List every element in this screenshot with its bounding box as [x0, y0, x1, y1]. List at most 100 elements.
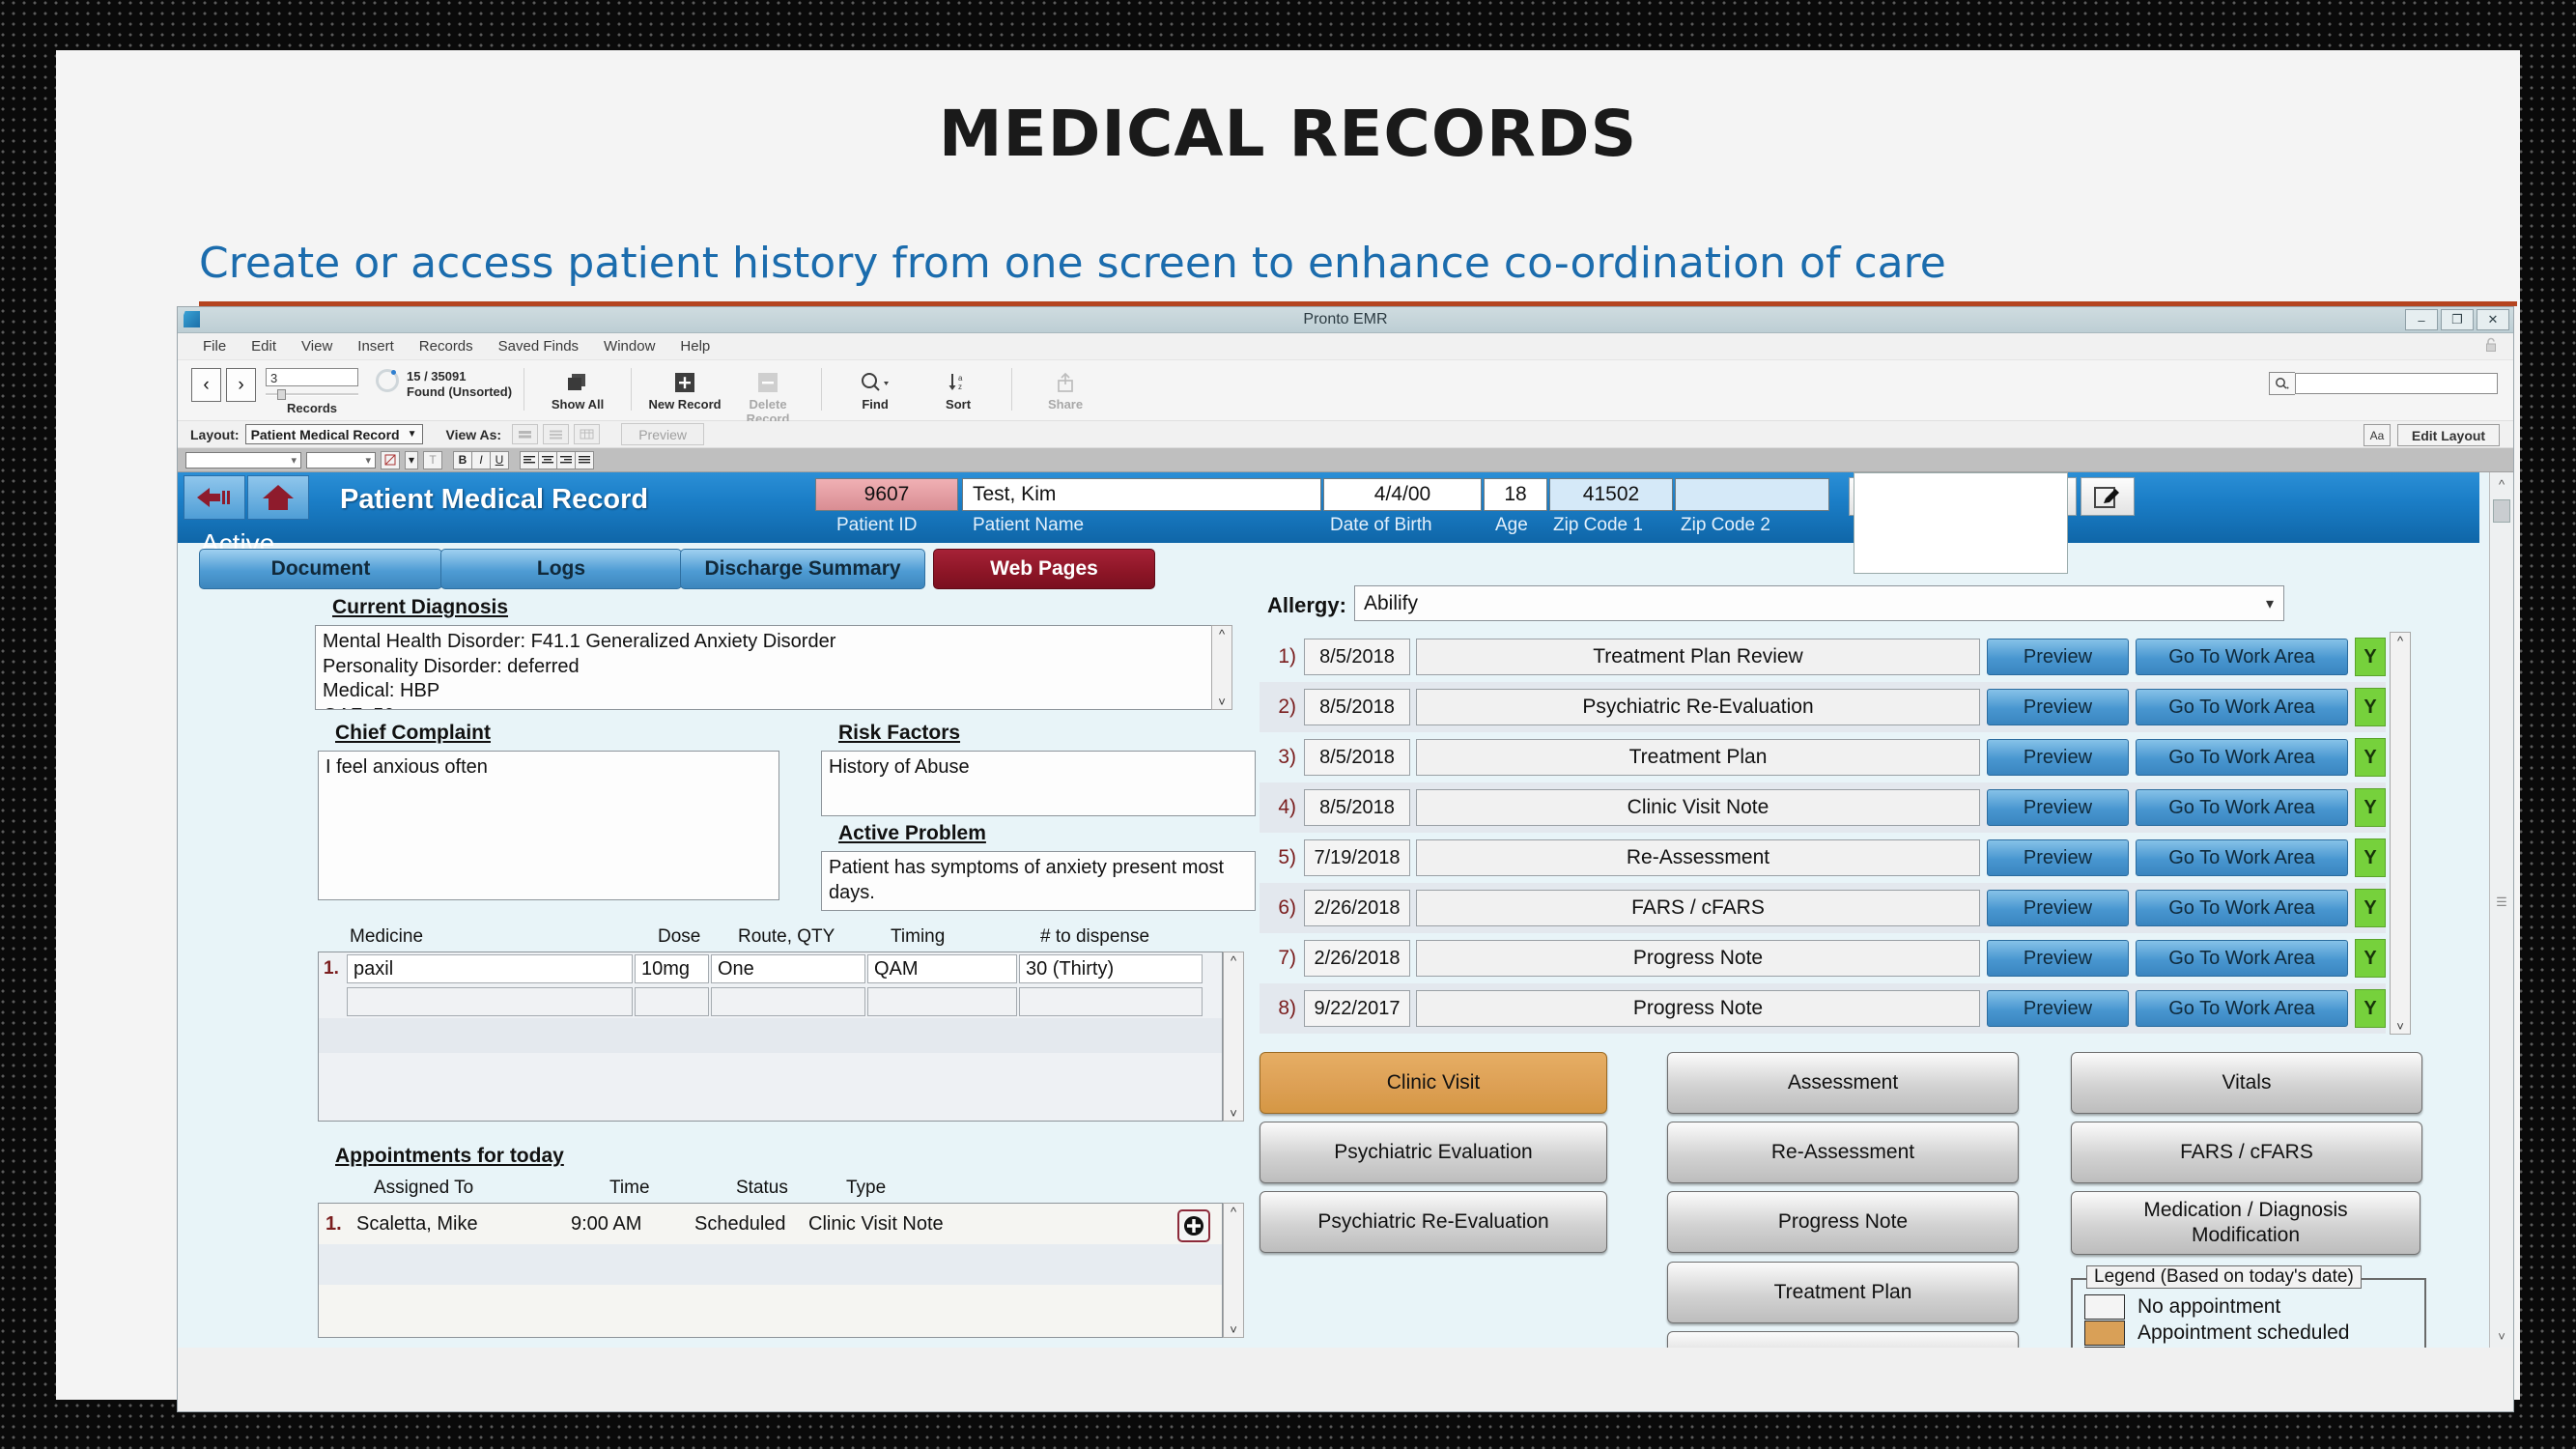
layout-select[interactable]: Patient Medical Record ▼ — [244, 424, 423, 444]
scroll-up-arrow[interactable]: ^ — [1231, 952, 1236, 968]
align-center-button[interactable] — [538, 450, 556, 469]
action-psychiatric-evaluation[interactable]: Psychiatric Evaluation — [1260, 1122, 1607, 1183]
go-to-work-area-button[interactable]: Go To Work Area — [2136, 990, 2348, 1027]
fill-color-dropdown[interactable]: ▾ — [405, 450, 418, 469]
dispense-cell[interactable] — [1019, 987, 1203, 1016]
table-row[interactable]: 6) 2/26/2018 FARS / cFARS Preview Go To … — [1260, 883, 2386, 933]
back-button[interactable] — [184, 475, 245, 520]
close-button[interactable]: ✕ — [2477, 309, 2509, 330]
route-cell[interactable]: One — [711, 954, 865, 983]
table-row[interactable]: 5) 7/19/2018 Re-Assessment Preview Go To… — [1260, 833, 2386, 883]
tab-web-pages[interactable]: Web Pages — [933, 549, 1155, 589]
sort-button[interactable]: a z Sort — [917, 368, 1000, 412]
home-button[interactable] — [247, 475, 309, 520]
preview-button[interactable]: Preview — [1987, 639, 2129, 675]
menu-item-file[interactable]: File — [190, 338, 239, 355]
minimize-button[interactable]: – — [2405, 309, 2438, 330]
route-cell[interactable] — [711, 987, 865, 1016]
go-to-work-area-button[interactable]: Go To Work Area — [2136, 689, 2348, 725]
go-to-work-area-button[interactable]: Go To Work Area — [2136, 839, 2348, 876]
menu-item-records[interactable]: Records — [407, 338, 486, 355]
preview-button[interactable]: Preview — [1987, 689, 2129, 725]
table-row[interactable]: 7) 2/26/2018 Progress Note Preview Go To… — [1260, 933, 2386, 983]
chief-complaint-box[interactable]: I feel anxious often — [318, 751, 779, 900]
search-input[interactable] — [2295, 373, 2498, 394]
bold-button[interactable]: B — [453, 450, 471, 469]
show-all-button[interactable]: Show All — [536, 368, 619, 412]
lock-icon[interactable] — [2484, 337, 2498, 353]
zip1-field[interactable]: 41502 — [1549, 478, 1673, 511]
tab-document[interactable]: Document — [199, 549, 442, 589]
italic-button[interactable]: I — [471, 450, 490, 469]
preview-button[interactable]: Preview — [1987, 839, 2129, 876]
font-family-select[interactable]: ▾ — [185, 451, 301, 469]
table-row[interactable]: 1. Scaletta, Mike 9:00 AM Scheduled Clin… — [319, 1204, 1222, 1244]
preview-button[interactable]: Preview — [1987, 789, 2129, 826]
scroll-down-arrow[interactable]: ˅ — [2490, 1326, 2513, 1346]
view-as-list-icon[interactable] — [543, 424, 570, 444]
preview-button[interactable]: Preview — [1987, 739, 2129, 776]
dob-field[interactable]: 4/4/00 — [1323, 478, 1482, 511]
age-field[interactable]: 18 — [1484, 478, 1547, 511]
scroll-up-arrow[interactable]: ^ — [1219, 626, 1225, 641]
preview-button[interactable]: Preview — [621, 423, 705, 445]
record-slider[interactable] — [266, 389, 358, 400]
find-button[interactable]: Find — [834, 368, 917, 412]
scroll-down-arrow[interactable]: ˅ — [2396, 1018, 2404, 1034]
timing-cell[interactable] — [867, 987, 1017, 1016]
share-button[interactable]: Share — [1024, 368, 1107, 412]
delete-record-button[interactable]: Delete Record — [726, 368, 809, 426]
action-assessment[interactable]: Assessment — [1667, 1052, 2019, 1114]
menu-item-window[interactable]: Window — [591, 338, 667, 355]
scroll-up-arrow[interactable]: ^ — [1231, 1204, 1236, 1219]
record-number-input[interactable]: 3 — [266, 368, 358, 386]
edit-note-icon[interactable] — [2081, 477, 2135, 516]
next-record-button[interactable]: › — [226, 368, 256, 402]
zip2-field[interactable] — [1675, 478, 1829, 511]
menu-item-insert[interactable]: Insert — [345, 338, 407, 355]
dispense-cell[interactable]: 30 (Thirty) — [1019, 954, 1203, 983]
go-to-work-area-button[interactable]: Go To Work Area — [2136, 789, 2348, 826]
view-as-table-icon[interactable] — [574, 424, 601, 444]
go-to-work-area-button[interactable]: Go To Work Area — [2136, 739, 2348, 776]
table-row[interactable]: 4) 8/5/2018 Clinic Visit Note Preview Go… — [1260, 782, 2386, 833]
patient-id-field[interactable]: 9607 — [815, 478, 958, 511]
go-to-work-area-button[interactable]: Go To Work Area — [2136, 890, 2348, 926]
table-row[interactable]: 1) 8/5/2018 Treatment Plan Review Previe… — [1260, 632, 2386, 682]
scroll-down-arrow[interactable]: ˅ — [1230, 1321, 1237, 1337]
add-appointment-button[interactable] — [1177, 1209, 1210, 1242]
menu-item-saved-finds[interactable]: Saved Finds — [486, 338, 591, 355]
table-row[interactable] — [319, 985, 1222, 1018]
new-record-button[interactable]: New Record — [643, 368, 726, 412]
action-progress-note[interactable]: Progress Note — [1667, 1191, 2019, 1253]
timing-cell[interactable]: QAM — [867, 954, 1017, 983]
align-right-button[interactable] — [556, 450, 575, 469]
go-to-work-area-button[interactable]: Go To Work Area — [2136, 639, 2348, 675]
action-psychiatric-re-evaluation[interactable]: Psychiatric Re-Evaluation — [1260, 1191, 1607, 1253]
scroll-up-arrow[interactable]: ^ — [2490, 474, 2513, 494]
preview-button[interactable]: Preview — [1987, 990, 2129, 1027]
table-row[interactable]: 1. paxil 10mg One QAM 30 (Thirty) — [319, 952, 1222, 985]
align-left-button[interactable] — [520, 450, 538, 469]
action-medication-diagnosis-modification[interactable]: Medication / Diagnosis Modification — [2071, 1191, 2420, 1255]
font-size-select[interactable]: ▾ — [306, 451, 376, 469]
view-as-form-icon[interactable] — [512, 424, 539, 444]
medicine-scrollbar[interactable]: ^ ˅ — [1223, 952, 1244, 1122]
edit-layout-button[interactable]: Edit Layout — [2397, 424, 2500, 446]
active-problem-box[interactable]: Patient has symptoms of anxiety present … — [821, 851, 1256, 911]
action-clinic-visit[interactable]: Clinic Visit — [1260, 1052, 1607, 1114]
appointments-scrollbar[interactable]: ^ ˅ — [1223, 1203, 1244, 1338]
scroll-down-arrow[interactable]: ˅ — [1218, 694, 1226, 709]
align-justify-button[interactable] — [575, 450, 594, 469]
window-scrollbar[interactable]: ^ ☰ ˅ — [2489, 472, 2513, 1348]
text-format-button[interactable]: T — [423, 450, 442, 469]
preview-button[interactable]: Preview — [1987, 940, 2129, 977]
action-vitals[interactable]: Vitals — [2071, 1052, 2422, 1114]
diagnosis-scrollbar[interactable]: ^ ˅ — [1211, 625, 1232, 710]
action-re-assessment[interactable]: Re-Assessment — [1667, 1122, 2019, 1183]
action-treatment-plan[interactable]: Treatment Plan — [1667, 1262, 2019, 1323]
dose-cell[interactable]: 10mg — [635, 954, 709, 983]
maximize-button[interactable]: ❐ — [2441, 309, 2474, 330]
medicine-cell[interactable]: paxil — [347, 954, 633, 983]
fill-color-button[interactable] — [381, 450, 400, 469]
